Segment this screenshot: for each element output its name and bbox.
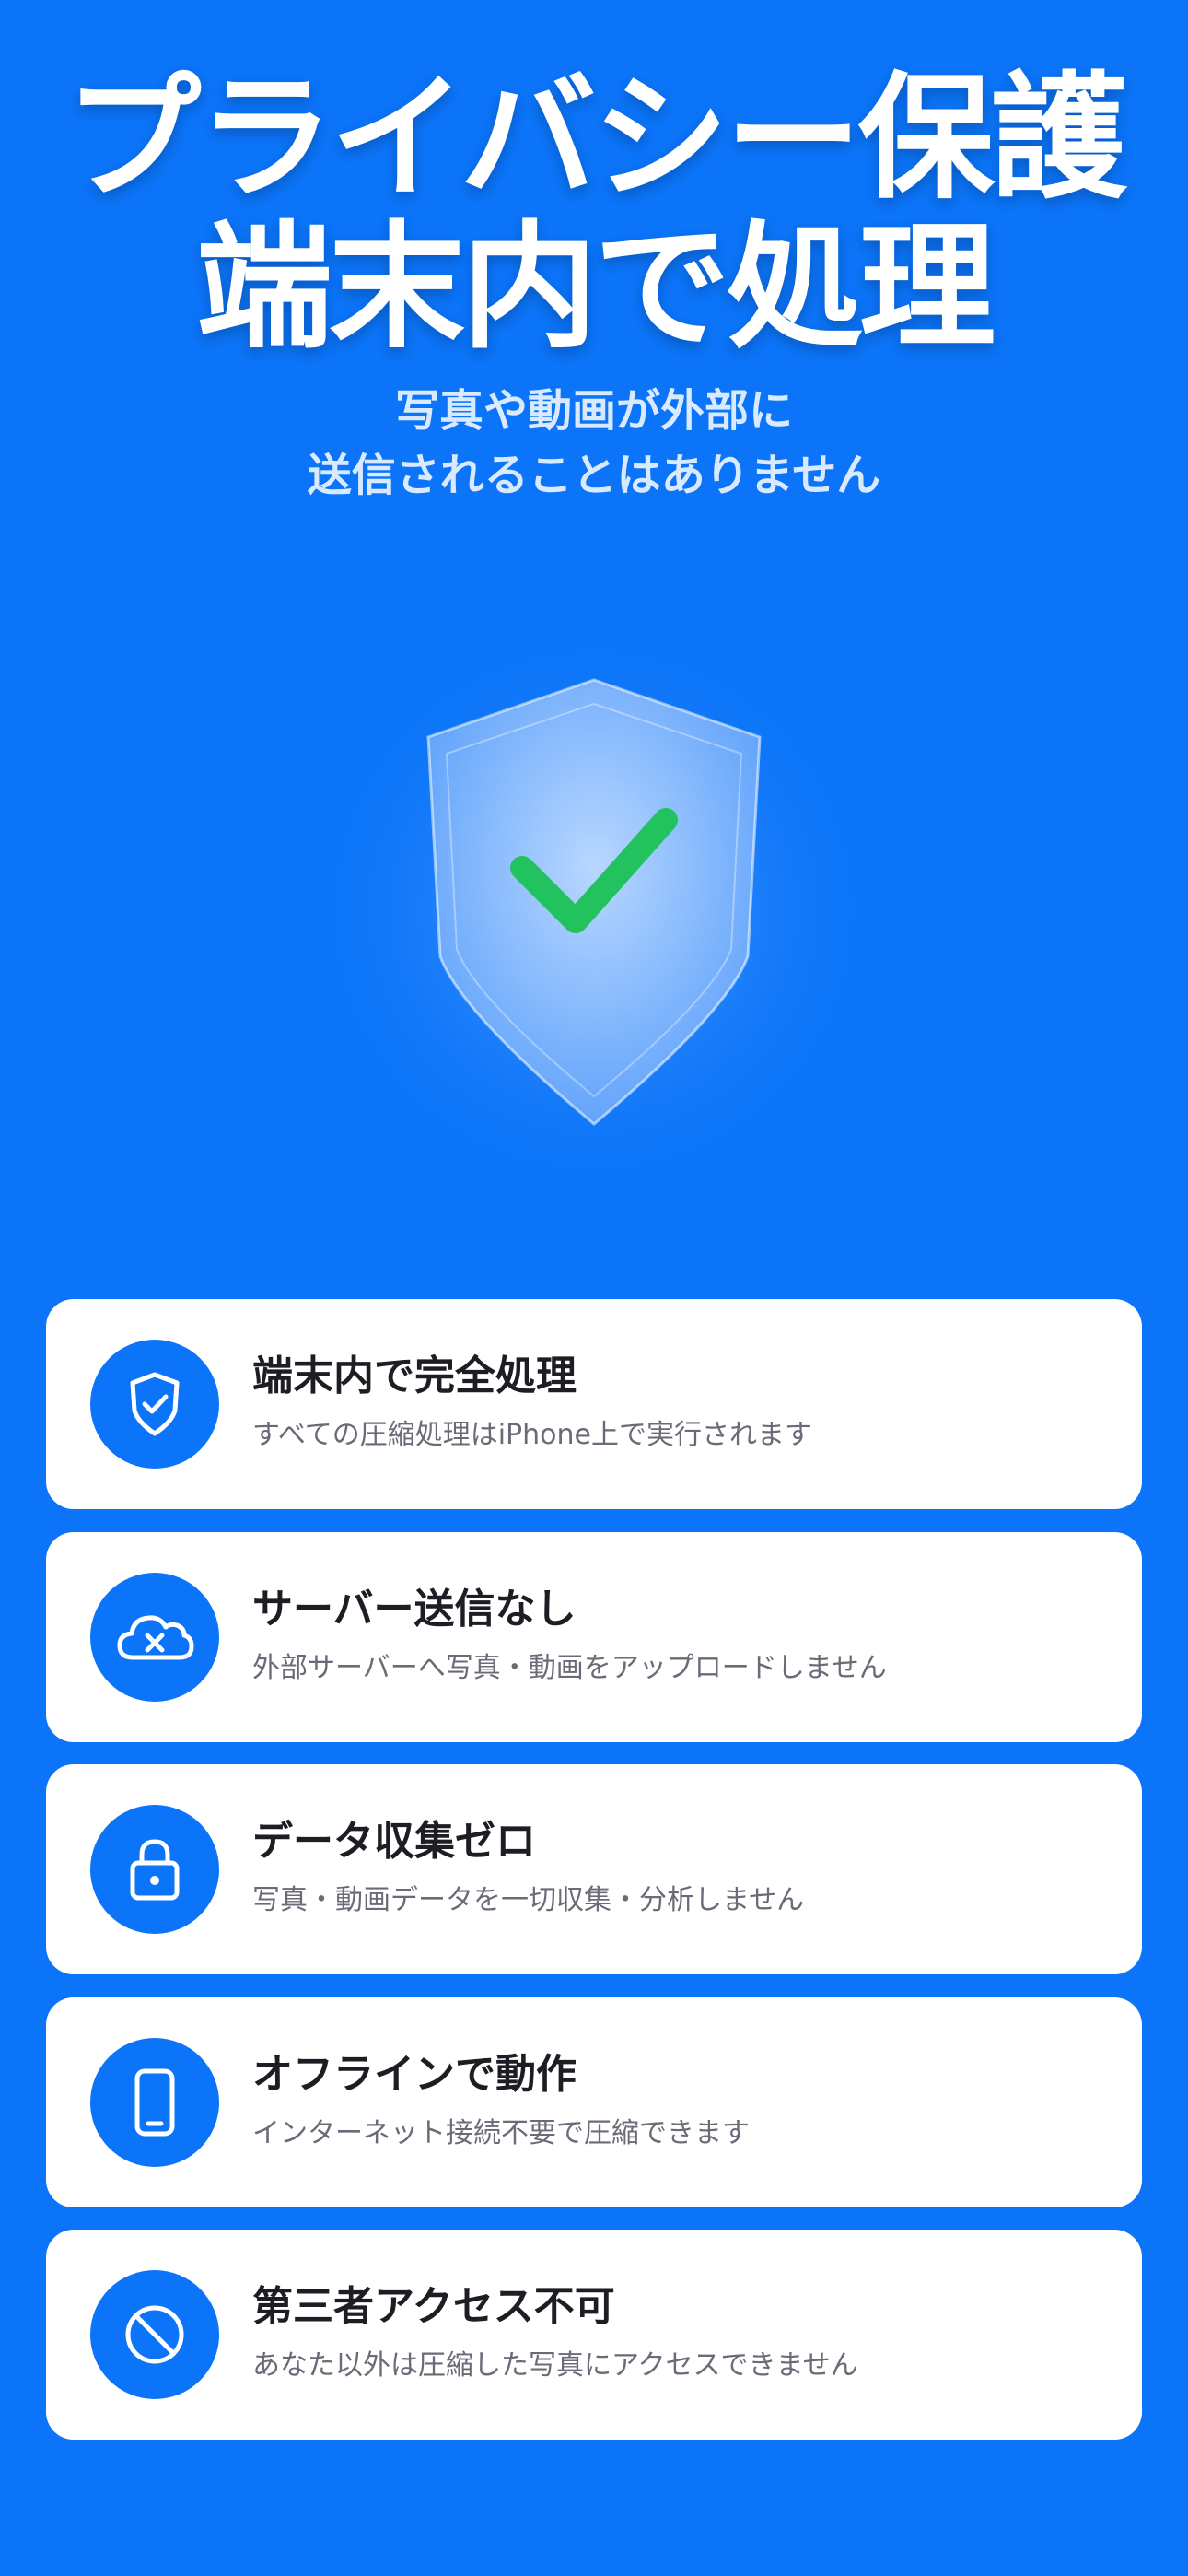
hero-subtitle-line1: 写真や動画が外部に [394, 385, 793, 437]
lock-icon [90, 1805, 219, 1934]
prohibited-icon [90, 2270, 219, 2399]
feature-card-on-device: 端末内で完全処理 すべての圧縮処理はiPhone上で実行されます [46, 1299, 1142, 1509]
hero-title-line2: 端末内で処理 [196, 208, 996, 367]
feature-title: 第三者アクセス不可 [252, 2283, 615, 2330]
feature-card-zero-data: データ収集ゼロ 写真・動画データを一切収集・分析しません [46, 1764, 1142, 1974]
feature-title: サーバー送信なし [252, 1586, 577, 1633]
hero-title-line1: プライバシー保護 [64, 59, 1126, 217]
feature-description: インターネット接続不要で圧縮できます [252, 2117, 750, 2149]
feature-card-offline: オフラインで動作 インターネット接続不要で圧縮できます [46, 1997, 1142, 2207]
feature-title: オフラインで動作 [252, 2051, 577, 2098]
feature-title: データ収集ゼロ [252, 1818, 536, 1865]
shield-check-icon [90, 1340, 219, 1469]
feature-title: 端末内で完全処理 [252, 1352, 577, 1399]
feature-description: すべての圧縮処理はiPhone上で実行されます [252, 1419, 812, 1451]
shield-check-illustration [299, 615, 889, 1205]
hero-subtitle-line2: 送信されることはありません [307, 450, 881, 501]
smartphone-icon [90, 2038, 219, 2167]
feature-card-no-third-party: 第三者アクセス不可 あなた以外は圧縮した写真にアクセスできません [46, 2230, 1142, 2440]
feature-card-no-server: サーバー送信なし 外部サーバーへ写真・動画をアップロードしません [46, 1532, 1142, 1742]
feature-description: 写真・動画データを一切収集・分析しません [252, 1884, 805, 1916]
feature-description: 外部サーバーへ写真・動画をアップロードしません [252, 1652, 887, 1684]
shield-illustration-icon [299, 615, 889, 1205]
cloud-x-icon [90, 1573, 219, 1702]
feature-description: あなた以外は圧縮した写真にアクセスできません [252, 2349, 858, 2382]
